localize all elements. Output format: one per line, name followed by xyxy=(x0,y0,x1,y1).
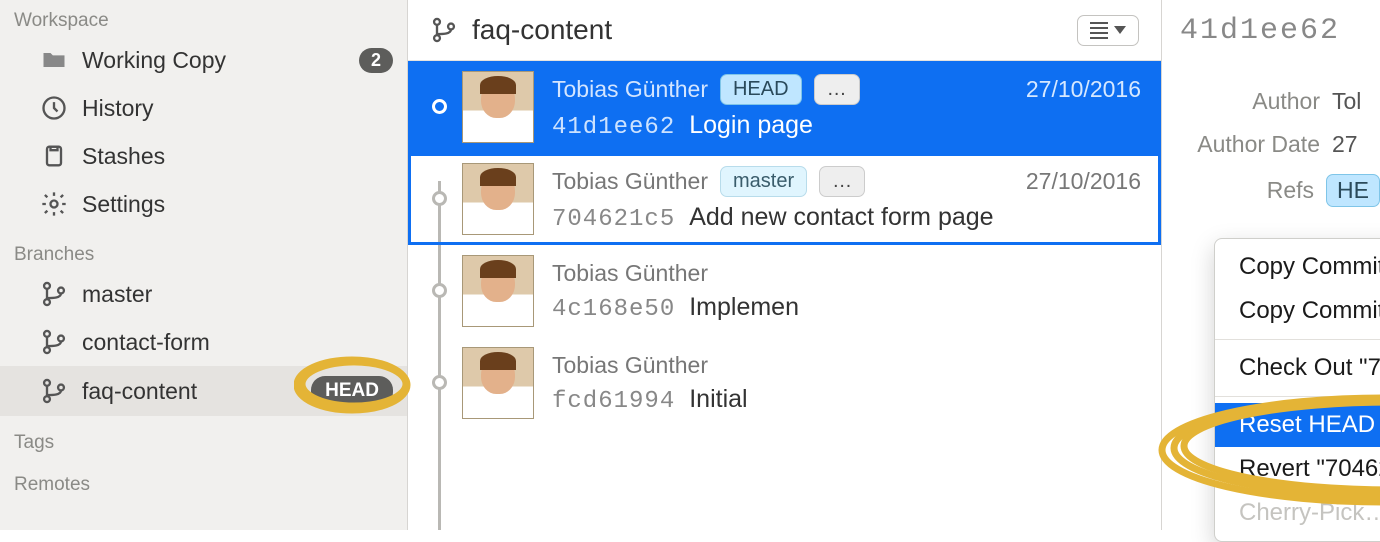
detail-date-label: Author Date xyxy=(1180,131,1320,158)
commit-list: Tobias Günther HEAD … 27/10/2016 41d1ee6… xyxy=(408,61,1161,530)
commit-author: Tobias Günther xyxy=(552,168,708,195)
ctx-checkout[interactable]: Check Out "704621c5" xyxy=(1215,346,1380,390)
header-branch-name: faq-content xyxy=(472,14,612,46)
sidebar: Workspace Working Copy 2 History Stashes… xyxy=(0,0,408,530)
sidebar-label: Working Copy xyxy=(82,47,345,74)
commit-hash: fcd61994 xyxy=(552,388,675,415)
commit-hash: 704621c5 xyxy=(552,206,675,233)
ctx-revert[interactable]: Revert "704621c5"… xyxy=(1215,447,1380,491)
sidebar-item-faq-content[interactable]: faq-content HEAD xyxy=(0,366,407,416)
commit-date: 27/10/2016 xyxy=(1026,76,1141,103)
commit-message: Login page xyxy=(689,111,813,140)
sidebar-section-workspace: Workspace xyxy=(0,4,407,36)
sidebar-item-history[interactable]: History xyxy=(0,84,407,132)
ctx-cherry-pick[interactable]: Cherry-Pick… xyxy=(1215,491,1380,535)
sidebar-label: contact-form xyxy=(82,329,393,356)
avatar xyxy=(462,163,534,235)
sidebar-label: History xyxy=(82,95,393,122)
commit-author: Tobias Günther xyxy=(552,76,708,103)
sidebar-item-contact-form[interactable]: contact-form xyxy=(0,318,407,366)
context-menu: Copy Commit Hash to Clipboard Copy Commi… xyxy=(1214,238,1380,542)
sidebar-item-stashes[interactable]: Stashes xyxy=(0,132,407,180)
sidebar-label: Settings xyxy=(82,191,393,218)
master-badge: master xyxy=(720,166,807,197)
clipboard-icon xyxy=(40,142,68,170)
commit-row[interactable]: Tobias Günther 4c168e50 Implemen xyxy=(408,245,1161,337)
avatar xyxy=(462,347,534,419)
commit-hash: 4c168e50 xyxy=(552,296,675,323)
avatar xyxy=(462,255,534,327)
commit-author: Tobias Günther xyxy=(552,260,708,287)
commit-row[interactable]: Tobias Günther fcd61994 Initial xyxy=(408,337,1161,429)
sidebar-item-master[interactable]: master xyxy=(0,270,407,318)
sidebar-section-tags: Tags xyxy=(0,426,407,458)
detail-date-value: 27 xyxy=(1332,131,1358,158)
chevron-down-icon xyxy=(1114,26,1126,34)
avatar xyxy=(462,71,534,143)
detail-author-label: Author xyxy=(1180,88,1320,115)
panel-header: faq-content xyxy=(408,0,1161,61)
detail-refs-badge: HE xyxy=(1326,174,1380,207)
view-mode-button[interactable] xyxy=(1077,15,1139,46)
commit-row[interactable]: Tobias Günther master … 27/10/2016 70462… xyxy=(408,153,1161,245)
head-badge: HEAD xyxy=(311,376,393,406)
more-badge[interactable]: … xyxy=(814,74,860,105)
working-copy-badge: 2 xyxy=(359,48,393,73)
commit-message: Initial xyxy=(689,385,747,414)
sidebar-label: faq-content xyxy=(82,378,297,405)
ctx-copy-info[interactable]: Copy Commit Info to Clipboard xyxy=(1215,289,1380,333)
folder-icon xyxy=(40,46,68,74)
detail-refs-label: Refs xyxy=(1180,177,1314,204)
detail-hash: 41d1ee62 xyxy=(1180,14,1380,48)
commit-panel: faq-content Tobias Günther HEAD … 27/10/… xyxy=(408,0,1162,530)
detail-author-value: Tol xyxy=(1332,88,1361,115)
sidebar-label: master xyxy=(82,281,393,308)
branch-icon xyxy=(40,328,68,356)
branch-icon xyxy=(430,16,458,44)
commit-message: Implemen xyxy=(689,293,799,322)
commit-message: Add new contact form page xyxy=(689,203,993,232)
more-badge[interactable]: … xyxy=(819,166,865,197)
commit-author: Tobias Günther xyxy=(552,352,708,379)
ctx-copy-hash[interactable]: Copy Commit Hash to Clipboard xyxy=(1215,245,1380,289)
sidebar-item-settings[interactable]: Settings xyxy=(0,180,407,228)
gear-icon xyxy=(40,190,68,218)
list-icon xyxy=(1090,22,1108,39)
commit-date: 27/10/2016 xyxy=(1026,168,1141,195)
commit-hash: 41d1ee62 xyxy=(552,114,675,141)
commit-row[interactable]: Tobias Günther HEAD … 27/10/2016 41d1ee6… xyxy=(408,61,1161,153)
sidebar-item-working-copy[interactable]: Working Copy 2 xyxy=(0,36,407,84)
clock-icon xyxy=(40,94,68,122)
branch-icon xyxy=(40,377,68,405)
sidebar-label: Stashes xyxy=(82,143,393,170)
sidebar-section-branches: Branches xyxy=(0,238,407,270)
head-badge: HEAD xyxy=(720,74,802,105)
sidebar-section-remotes: Remotes xyxy=(0,468,407,500)
ctx-reset[interactable]: Reset HEAD to "704621c5" xyxy=(1215,403,1380,447)
branch-icon xyxy=(40,280,68,308)
